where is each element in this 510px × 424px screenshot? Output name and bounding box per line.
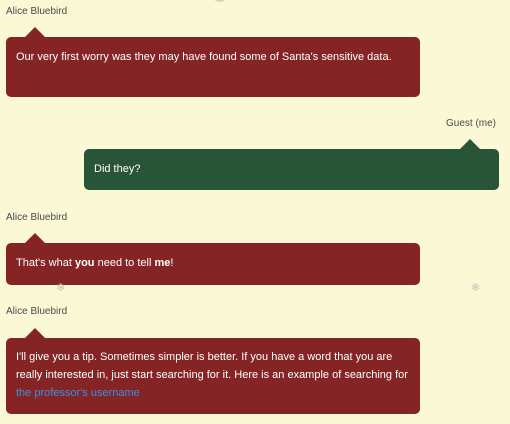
- message-text: I'll give you a tip. Sometimes simpler i…: [16, 351, 408, 381]
- message-sender: Alice Bluebird: [6, 212, 68, 223]
- message-sender: Guest (me): [445, 118, 496, 129]
- message-text: !: [170, 257, 174, 269]
- snowflake-icon: ❄: [471, 282, 481, 294]
- message-text: That's what: [16, 257, 75, 269]
- snowflake-icon: [214, 0, 226, 2]
- snowflake-icon: ❄: [56, 282, 66, 294]
- message-text-bold: me: [154, 257, 171, 269]
- message-sender: Alice Bluebird: [6, 306, 68, 317]
- message-text: Our very first worry was they may have f…: [16, 51, 392, 63]
- message-bubble-sent: Did they?: [84, 139, 499, 190]
- message-text: Did they?: [94, 163, 141, 175]
- message-sender: Alice Bluebird: [6, 6, 68, 17]
- message-bubble-received: I'll give you a tip. Sometimes simpler i…: [6, 328, 420, 414]
- message-text-bold: you: [74, 257, 95, 269]
- professor-username-link[interactable]: the professor's username: [16, 387, 140, 399]
- message-bubble-received: That's what you need to tell me!: [6, 233, 420, 285]
- message-text: need to tell: [94, 257, 155, 269]
- message-bubble-received: Our very first worry was they may have f…: [6, 27, 420, 97]
